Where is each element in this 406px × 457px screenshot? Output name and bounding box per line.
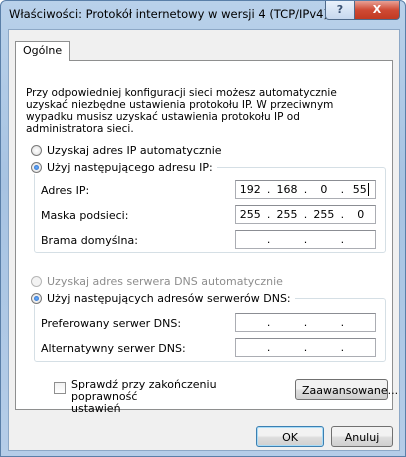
radio-dns-auto-indicator[interactable] (31, 275, 42, 287)
validate-settings-label: Sprawdź przy zakończeniu poprawność usta… (71, 379, 271, 415)
radio-ip-auto[interactable]: Uzyskaj adres IP automatycznie (31, 143, 222, 157)
ip-address-octet-3: 0 (320, 183, 328, 196)
radio-ip-auto-label: Uzyskaj adres IP automatycznie (47, 143, 222, 157)
ip-address-octet-4-value: 55 (352, 183, 369, 196)
radio-ip-auto-indicator[interactable] (31, 144, 42, 156)
radio-dns-auto-label: Uzyskaj adres serwera DNS automatycznie (47, 274, 283, 288)
preferred-dns-label: Preferowany serwer DNS: (41, 317, 182, 330)
dialog-title: Właściwości: Protokół internetowy w wers… (9, 7, 328, 21)
radio-dns-manual[interactable]: Użyj następujących adresów serwerów DNS: (31, 291, 295, 305)
subnet-mask-octet-1: 255 (239, 208, 261, 221)
alternate-dns-label: Alternatywny serwer DNS: (41, 342, 186, 355)
octet-separator: . (266, 316, 271, 329)
general-tab-panel: Przy odpowiedniej konfiguracji sieci moż… (15, 60, 398, 415)
octet-separator: . (303, 341, 308, 354)
ip-address-octet-1: 192 (239, 183, 261, 196)
octet-separator: . (266, 208, 271, 221)
radio-ip-manual[interactable]: Użyj następującego adresu IP: (31, 160, 217, 174)
octet-separator: . (340, 341, 345, 354)
close-button[interactable]: X (354, 1, 400, 20)
octet-separator: . (303, 183, 308, 196)
dialog-body: Ogólne Przy odpowiedniej konfiguracji si… (8, 29, 400, 451)
title-bar[interactable]: Właściwości: Protokół internetowy w wers… (1, 1, 405, 29)
octet-separator: . (340, 183, 345, 196)
octet-separator: . (266, 233, 271, 246)
preferred-dns-input[interactable]: . . . (235, 313, 376, 332)
default-gateway-input[interactable]: . . . (235, 230, 376, 249)
ip-address-octet-2: 168 (276, 183, 298, 196)
radio-ip-manual-label: Użyj następującego adresu IP: (47, 160, 213, 174)
ip-address-input[interactable]: 192. 168. 0. 55 (235, 180, 376, 199)
octet-separator: . (340, 233, 345, 246)
radio-dns-manual-indicator[interactable] (31, 292, 42, 304)
tab-general[interactable]: Ogólne (15, 41, 71, 61)
subnet-mask-octet-3: 255 (313, 208, 335, 221)
validate-settings-label-line1: Sprawdź przy zakończeniu poprawność (71, 378, 217, 403)
default-gateway-label: Brama domyślna: (41, 234, 138, 247)
help-button[interactable]: ? (325, 1, 355, 20)
subnet-mask-octet-4: 0 (357, 208, 365, 221)
octet-separator: . (303, 208, 308, 221)
octet-separator: . (340, 316, 345, 329)
ip-address-label: Adres IP: (41, 184, 90, 197)
subnet-mask-input[interactable]: 255. 255. 255. 0 (235, 205, 376, 224)
validate-settings-label-line2: ustawień (71, 402, 121, 415)
alternate-dns-input[interactable]: . . . (235, 338, 376, 357)
radio-ip-manual-indicator[interactable] (31, 161, 42, 173)
octet-separator: . (303, 316, 308, 329)
radio-dns-manual-label: Użyj następujących adresów serwerów DNS: (47, 291, 291, 305)
octet-separator: . (303, 233, 308, 246)
intro-text: Przy odpowiedniej konfiguracji sieci moż… (26, 87, 337, 135)
validate-settings-checkbox[interactable] (54, 382, 66, 394)
radio-dns-auto[interactable]: Uzyskaj adres serwera DNS automatycznie (31, 274, 283, 288)
octet-separator: . (266, 183, 271, 196)
advanced-button[interactable]: Zaawansowane... (295, 379, 398, 400)
subnet-mask-octet-2: 255 (276, 208, 298, 221)
ip-address-octet-4: 55 (348, 183, 374, 196)
octet-separator: . (266, 341, 271, 354)
octet-separator: . (340, 208, 345, 221)
cancel-button[interactable]: Anuluj (331, 426, 393, 447)
properties-dialog: Właściwości: Protokół internetowy w wers… (0, 0, 406, 457)
subnet-mask-label: Maska podsieci: (41, 209, 129, 222)
ok-button[interactable]: OK (256, 426, 324, 447)
